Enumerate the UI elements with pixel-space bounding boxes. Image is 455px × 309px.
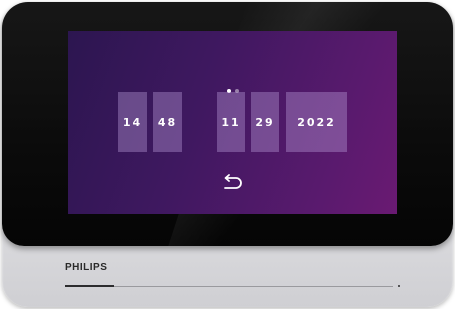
year-field[interactable]: 2022: [286, 92, 347, 152]
progress-fill: [65, 285, 114, 287]
back-button[interactable]: [220, 172, 244, 192]
progress-track: [65, 285, 400, 287]
display-screen: 14 48 11 29 2022: [68, 31, 397, 214]
back-arrow-icon: [224, 174, 242, 189]
progress-end-marker: [398, 285, 400, 287]
device-chin: [2, 246, 453, 307]
day-field[interactable]: 29: [251, 92, 279, 152]
month-field[interactable]: 11: [217, 92, 245, 152]
brand-logo: PHILIPS: [65, 262, 108, 273]
minute-field[interactable]: 48: [153, 92, 182, 152]
hour-field[interactable]: 14: [118, 92, 147, 152]
